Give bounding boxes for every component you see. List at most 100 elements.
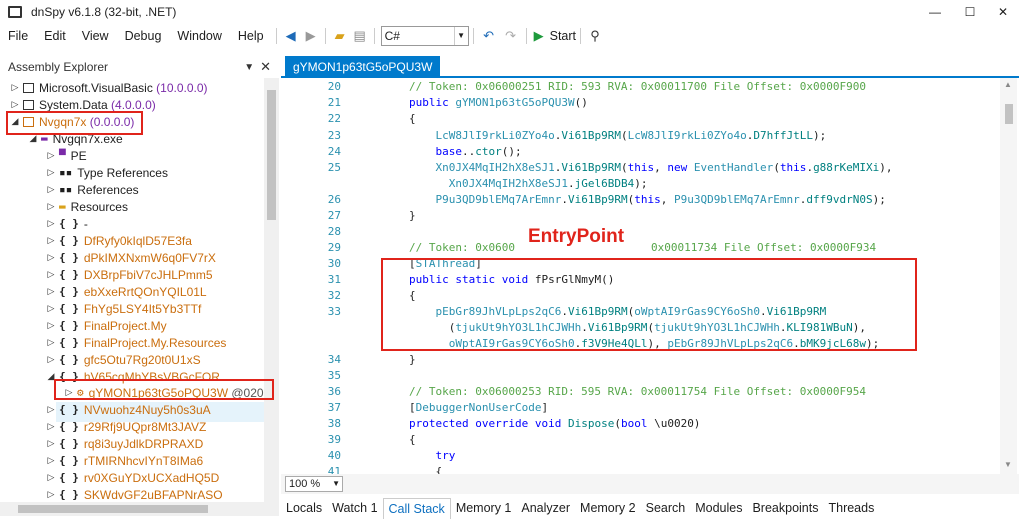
expand-icon[interactable]: ▷ <box>10 99 20 110</box>
tree-horizontal-scrollbar[interactable] <box>0 502 279 516</box>
line-number: 40 <box>327 449 341 462</box>
menu-window[interactable]: Window <box>169 24 229 48</box>
code-line: { <box>409 433 416 446</box>
tree-node-namespace[interactable]: ▷{ } SKWdvGF2uBFAPNrASO <box>46 486 223 503</box>
menu-debug[interactable]: Debug <box>117 24 170 48</box>
redo-icon[interactable]: ↷ <box>500 25 522 47</box>
scroll-down-icon[interactable]: ▼ <box>1004 460 1012 469</box>
expand-icon[interactable]: ▷ <box>46 286 56 297</box>
tab-memory-1[interactable]: Memory 1 <box>451 498 517 518</box>
expand-icon[interactable]: ▷ <box>46 218 56 229</box>
tree-node-namespace[interactable]: ▷{ } gfc5Otu7Rg20t0U1xS <box>46 351 201 368</box>
undo-icon[interactable]: ↶ <box>478 25 500 47</box>
search-icon[interactable]: ⚲ <box>585 25 605 47</box>
tree-node-namespace[interactable]: ▷{ } NVwuohz4Nuy5h0s3uA <box>46 401 211 418</box>
tree-node-namespace[interactable]: ▷{ } FinalProject.My <box>46 317 167 334</box>
expand-icon[interactable]: ▷ <box>46 489 56 500</box>
expand-icon[interactable]: ▷ <box>46 455 56 466</box>
expand-icon[interactable]: ▷ <box>46 167 56 178</box>
maximize-button[interactable]: ☐ <box>955 3 985 21</box>
code-line: // Token: 0x0600 <box>409 241 515 254</box>
expand-icon[interactable]: ▷ <box>46 184 56 195</box>
tree-label: DfRyfy0kIqlD57E3fa <box>83 233 192 248</box>
menu-edit[interactable]: Edit <box>36 24 74 48</box>
expand-icon[interactable]: ▷ <box>46 235 56 246</box>
tab-memory-2[interactable]: Memory 2 <box>575 498 641 518</box>
tree-node-microsoft-visualbasic[interactable]: ▷ Microsoft.VisualBasic (10.0.0.0) <box>10 79 208 96</box>
tab-call-stack[interactable]: Call Stack <box>382 497 451 519</box>
menu-file[interactable]: File <box>0 24 36 48</box>
dnspy-window: dnSpy v6.1.8 (32-bit, .NET) — ☐ ✕ File E… <box>0 0 1019 524</box>
zoom-select[interactable]: 100 % ▼ <box>285 476 343 492</box>
tree-node-namespace[interactable]: ▷{ } rq8i3uyJdlkDRPRAXD <box>46 435 204 452</box>
tab-gymon1p63tg5opqu3w[interactable]: gYMON1p63tG5oPQU3W <box>285 56 441 78</box>
language-select[interactable]: C# ▼ <box>380 26 469 46</box>
tree-node-type-references[interactable]: ▷ ▪▪ Type References <box>46 164 168 181</box>
expand-icon[interactable]: ▷ <box>10 82 20 93</box>
tree-node-namespace[interactable]: ▷{ } dPkIMXNxmW6q0FV7rX <box>46 249 216 266</box>
tree-node-namespace[interactable]: ▷{ } rv0XGuYDxUCXadHQ5D <box>46 469 220 486</box>
tree-node-pe[interactable]: ▷ ▀ PE <box>46 147 87 164</box>
expand-icon[interactable]: ▷ <box>46 404 56 415</box>
scroll-thumb[interactable] <box>267 90 276 220</box>
tree-node-references[interactable]: ▷ ▪▪ References <box>46 181 139 198</box>
tab-threads[interactable]: Threads <box>823 498 879 518</box>
expand-icon[interactable]: ▷ <box>46 320 56 331</box>
close-icon[interactable]: ✕ <box>260 59 271 75</box>
tab-search[interactable]: Search <box>641 498 691 518</box>
menu-help[interactable]: Help <box>230 24 272 48</box>
highlight-box-class <box>54 379 274 400</box>
tab-modules[interactable]: Modules <box>690 498 747 518</box>
expand-icon[interactable]: ▷ <box>46 337 56 348</box>
menu-view[interactable]: View <box>74 24 117 48</box>
scroll-thumb[interactable] <box>1005 104 1013 124</box>
tree-node-namespace[interactable]: ▷{ } ebXxeRrtQOnYQIL01L <box>46 283 207 300</box>
expand-icon[interactable]: ▷ <box>46 421 56 432</box>
expand-icon[interactable]: ▷ <box>46 269 56 280</box>
line-number: 34 <box>327 353 341 366</box>
assembly-explorer-title: Assembly Explorer <box>8 60 109 74</box>
tree-version: (4.0.0.0) <box>111 97 156 112</box>
expand-icon[interactable]: ▷ <box>46 201 56 212</box>
tab-locals[interactable]: Locals <box>281 498 327 518</box>
tree-node-namespace[interactable]: ▷{ } rTMIRNhcvIYnT8IMa6 <box>46 452 204 469</box>
namespace-icon: { } <box>59 319 79 332</box>
back-icon[interactable]: ◀ <box>281 25 301 47</box>
tab-breakpoints[interactable]: Breakpoints <box>747 498 823 518</box>
tree-node-namespace[interactable]: ▷{ } DfRyfy0kIqlD57E3fa <box>46 232 192 249</box>
minimize-button[interactable]: — <box>920 3 950 21</box>
start-play-icon[interactable]: ▶ <box>531 25 547 47</box>
expand-icon[interactable]: ▷ <box>46 303 56 314</box>
forward-icon[interactable]: ▶ <box>301 25 321 47</box>
close-button[interactable]: ✕ <box>988 3 1018 21</box>
expand-icon[interactable]: ▷ <box>46 252 56 263</box>
tree-node-namespace[interactable]: ▷{ } FhYg5LSY4It5Yb3TTf <box>46 300 202 317</box>
tree-node-namespace[interactable]: ▷{ } - <box>46 215 88 232</box>
language-value: C# <box>384 29 400 43</box>
expand-icon[interactable]: ▷ <box>46 150 56 161</box>
scroll-up-icon[interactable]: ▲ <box>1004 80 1012 89</box>
save-all-icon[interactable]: ▤ <box>350 25 370 47</box>
scroll-thumb[interactable] <box>18 505 208 513</box>
expand-icon[interactable]: ▷ <box>46 472 56 483</box>
tree-label: dPkIMXNxmW6q0FV7rX <box>83 250 216 265</box>
pin-dropdown-icon[interactable]: ▼ <box>244 62 254 73</box>
expand-icon[interactable]: ▷ <box>46 438 56 449</box>
tree-node-namespace[interactable]: ▷{ } FinalProject.My.Resources <box>46 334 227 351</box>
tree-label: FhYg5LSY4It5Yb3TTf <box>83 301 202 316</box>
tree-label: PE <box>70 148 87 163</box>
tree-vertical-scrollbar[interactable] <box>264 78 279 510</box>
editor-vertical-scrollbar[interactable]: ▲ ▼ <box>1000 78 1017 474</box>
code-line: { <box>409 112 416 125</box>
tab-watch-1[interactable]: Watch 1 <box>327 498 382 518</box>
tree-node-namespace[interactable]: ▷{ } r29Rfj9UQpr8Mt3JAVZ <box>46 418 207 435</box>
tree-node-namespace[interactable]: ▷{ } DXBrpFbiV7cJHLPmm5 <box>46 266 213 283</box>
expand-icon[interactable]: ▷ <box>46 354 56 365</box>
tree-label: rv0XGuYDxUCXadHQ5D <box>83 470 220 485</box>
start-button[interactable]: Start <box>550 29 576 43</box>
open-folder-icon[interactable]: ▰ <box>330 25 350 47</box>
tree-node-resources[interactable]: ▷ ▬ Resources <box>46 198 128 215</box>
zoom-value: 100 % <box>289 478 321 490</box>
toolbar-separator <box>275 28 277 44</box>
tab-analyzer[interactable]: Analyzer <box>516 498 575 518</box>
